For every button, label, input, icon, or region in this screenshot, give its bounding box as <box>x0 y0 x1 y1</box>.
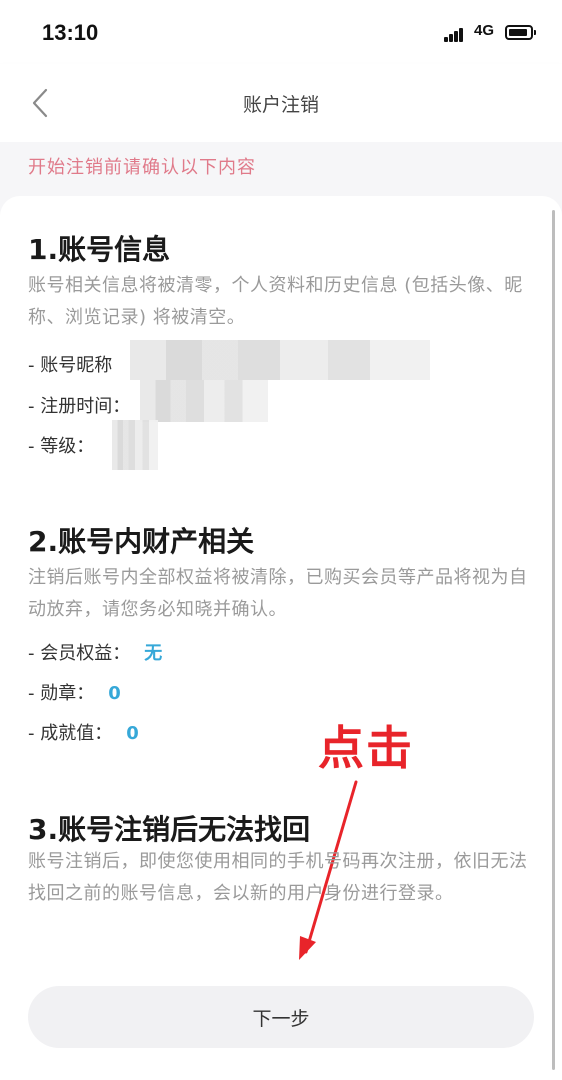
row-label: - 注册时间： <box>28 396 131 417</box>
row-label: - 等级： <box>28 436 95 457</box>
row-account-nickname: - 账号昵称 <box>28 352 112 380</box>
battery-icon <box>505 25 536 40</box>
next-step-button[interactable]: 下一步 <box>28 986 534 1048</box>
section-desc-unrecoverable: 账号注销后，即使您使用相同的手机号码再次注册，依旧无法找回之前的账号信息，会以新… <box>28 851 528 904</box>
row-level: - 等级： <box>28 433 94 461</box>
section-desc-assets: 注销后账号内全部权益将被清除，已购买会员等产品将视为自动放弃，请您务必知晓并确认… <box>28 567 528 620</box>
network-type: 4G <box>474 22 495 39</box>
redacted-register-time <box>140 380 268 422</box>
row-medals: - 勋章： 0 <box>28 680 121 708</box>
status-time: 13:10 <box>42 20 99 45</box>
nav-bar: 账户注销 <box>0 64 562 142</box>
section-title-assets: 2.账号内财产相关 <box>28 525 255 558</box>
row-label: - 勋章： <box>28 683 95 704</box>
redacted-nickname <box>130 340 430 380</box>
achievements-value: 0 <box>126 723 139 744</box>
signal-icon <box>444 26 466 42</box>
section-desc-account-info: 账号相关信息将被清零，个人资料和历史信息 (包括头像、昵称、浏览记录) 将被清空… <box>28 275 523 328</box>
row-label: - 账号昵称 <box>28 355 113 376</box>
scrollbar[interactable] <box>552 210 555 1070</box>
medals-value: 0 <box>108 683 121 704</box>
row-register-time: - 注册时间： <box>28 393 130 421</box>
section-title-unrecoverable: 3.账号注销后无法找回 <box>28 813 311 846</box>
redacted-level <box>112 420 158 470</box>
status-bar: 13:10 4G <box>0 0 562 64</box>
row-membership: - 会员权益： 无 <box>28 640 162 668</box>
page-title: 账户注销 <box>242 94 319 116</box>
membership-value: 无 <box>144 643 163 664</box>
notice-text: 开始注销前请确认以下内容 <box>28 157 256 178</box>
row-achievements: - 成就值： 0 <box>28 720 139 748</box>
row-label: - 成就值： <box>28 723 113 744</box>
row-label: - 会员权益： <box>28 643 131 664</box>
section-title-account-info: 1.账号信息 <box>28 233 171 266</box>
annotation-click-label: 点击 <box>318 721 414 775</box>
